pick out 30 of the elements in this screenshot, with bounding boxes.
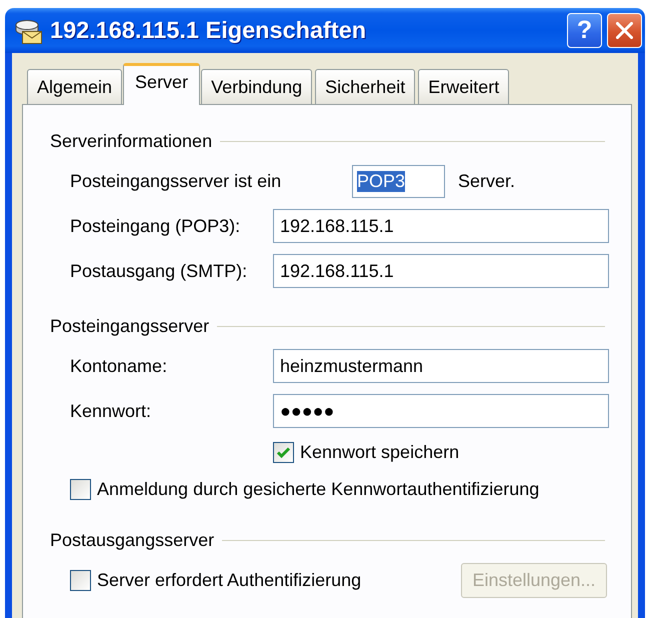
checkbox[interactable]	[70, 570, 91, 591]
tab[interactable]: Verbindung	[201, 69, 312, 105]
unit-label: Server.	[458, 170, 516, 192]
text-field[interactable]: 192.168.115.1	[273, 254, 609, 288]
help-button[interactable]: ?	[567, 13, 602, 48]
tab[interactable]: Erweitert	[418, 69, 510, 105]
tab[interactable]: Sicherheit	[315, 69, 416, 105]
checkbox-label[interactable]: Server erfordert Authentifizierung	[97, 570, 362, 591]
group-title: Posteingangsserver	[50, 316, 210, 336]
checkbox-label[interactable]: Anmeldung durch gesicherte Kennwortauthentifizierung	[97, 478, 540, 500]
group-title: Postausgangsserver	[50, 530, 214, 550]
text-field[interactable]: 192.168.115.1	[273, 209, 609, 243]
close-icon	[616, 22, 633, 39]
tab[interactable]: Server	[123, 63, 200, 105]
group-title: Serverinformationen	[50, 130, 212, 152]
field-label: Kennwort:	[70, 400, 152, 422]
checkbox[interactable]	[70, 478, 91, 500]
field-label: Postausgang (SMTP):	[70, 260, 248, 282]
text-field[interactable]: heinzmustermann	[273, 349, 609, 383]
tab[interactable]: Algemein	[27, 69, 122, 105]
window-title: 192.168.115.1 Eigenschaften	[50, 17, 368, 44]
server-envelope-icon	[15, 17, 42, 44]
checkbox[interactable]	[273, 442, 294, 462]
checkbox-label[interactable]: Kennwort speichern	[300, 442, 460, 462]
text-field[interactable]: ●●●●●	[273, 394, 609, 428]
field-label: Posteingang (POP3):	[70, 216, 242, 236]
close-button[interactable]	[607, 13, 642, 48]
server-type-field[interactable]: POP3	[352, 164, 445, 198]
field-label: Posteingangsserver ist ein	[70, 170, 282, 192]
field-label: Kontoname:	[70, 356, 168, 376]
